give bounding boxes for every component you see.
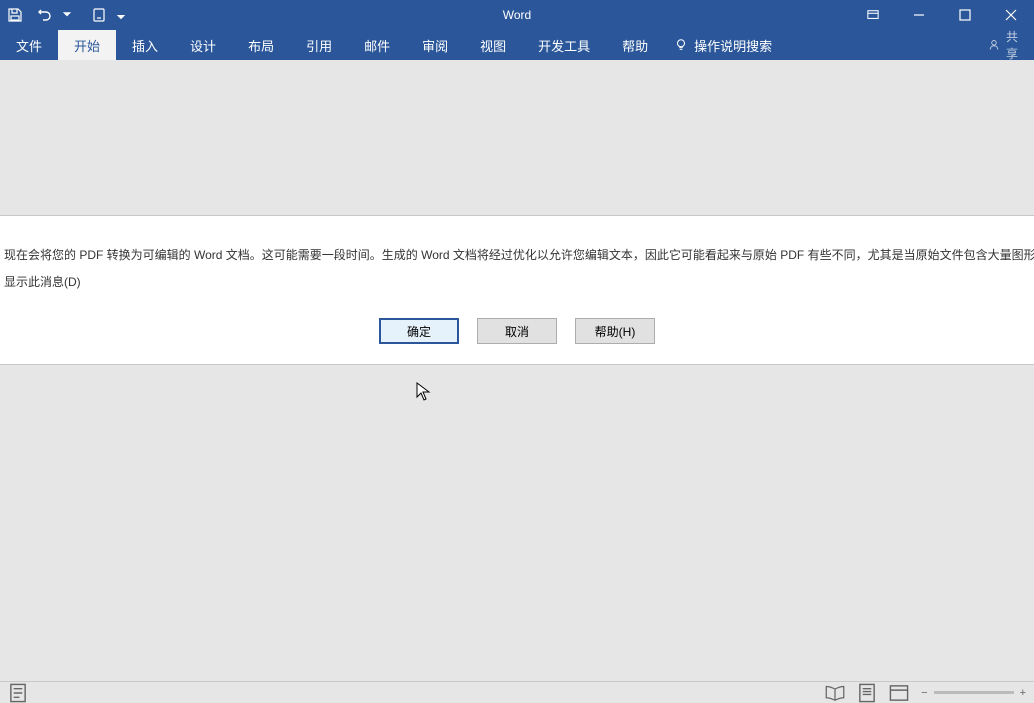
tab-design[interactable]: 设计 [174, 30, 232, 60]
quick-access-toolbar [0, 0, 128, 30]
tab-mailings[interactable]: 邮件 [348, 30, 406, 60]
read-mode-button[interactable] [825, 685, 845, 701]
web-layout-button[interactable] [889, 685, 909, 701]
zoom-in-button[interactable]: + [1020, 687, 1026, 699]
cancel-button[interactable]: 取消 [477, 318, 557, 344]
lightbulb-icon [674, 38, 688, 52]
ok-button[interactable]: 确定 [379, 318, 459, 344]
help-button[interactable]: 帮助(H) [575, 318, 655, 344]
tab-references[interactable]: 引用 [290, 30, 348, 60]
minimize-button[interactable] [896, 0, 942, 30]
dialog-button-row: 确定 取消 帮助(H) [0, 318, 1034, 344]
zoom-out-button[interactable]: − [921, 687, 927, 699]
dialog-message: 现在会将您的 PDF 转换为可编辑的 Word 文档。这可能需要一段时间。生成的… [0, 246, 1034, 265]
status-bar: − + [0, 681, 1034, 703]
zoom-slider[interactable] [934, 691, 1014, 694]
tab-help[interactable]: 帮助 [606, 30, 664, 60]
tab-view[interactable]: 视图 [464, 30, 522, 60]
title-bar: Word [0, 0, 1034, 30]
mouse-cursor-icon [416, 382, 432, 407]
status-page-icon[interactable] [8, 685, 28, 701]
document-area: 现在会将您的 PDF 转换为可编辑的 Word 文档。这可能需要一段时间。生成的… [0, 60, 1034, 681]
share-label: 共享 [1006, 28, 1018, 62]
tab-developer[interactable]: 开发工具 [522, 30, 606, 60]
save-button[interactable] [0, 0, 30, 30]
ribbon-display-options-button[interactable] [850, 0, 896, 30]
qat-customize-dropdown[interactable] [114, 0, 128, 30]
close-button[interactable] [988, 0, 1034, 30]
ribbon-tabs: 文件 开始 插入 设计 布局 引用 邮件 审阅 视图 开发工具 帮助 操作说明搜… [0, 30, 1034, 60]
share-button[interactable]: 共享 [972, 30, 1034, 60]
tab-home[interactable]: 开始 [58, 30, 116, 60]
touch-mode-button[interactable] [84, 0, 114, 30]
tab-layout[interactable]: 布局 [232, 30, 290, 60]
dialog-checkbox-label[interactable]: 显示此消息(D) [0, 265, 1034, 290]
undo-dropdown[interactable] [60, 0, 74, 30]
tell-me-search[interactable]: 操作说明搜索 [664, 30, 782, 60]
zoom-control: − + [921, 687, 1026, 699]
tab-review[interactable]: 审阅 [406, 30, 464, 60]
tab-file[interactable]: 文件 [0, 30, 58, 60]
undo-button[interactable] [30, 0, 60, 30]
tab-insert[interactable]: 插入 [116, 30, 174, 60]
pdf-convert-dialog: 现在会将您的 PDF 转换为可编辑的 Word 文档。这可能需要一段时间。生成的… [0, 215, 1034, 365]
tell-me-label: 操作说明搜索 [694, 36, 772, 55]
window-controls [850, 0, 1034, 30]
print-layout-button[interactable] [857, 685, 877, 701]
person-icon [988, 39, 1000, 51]
maximize-button[interactable] [942, 0, 988, 30]
